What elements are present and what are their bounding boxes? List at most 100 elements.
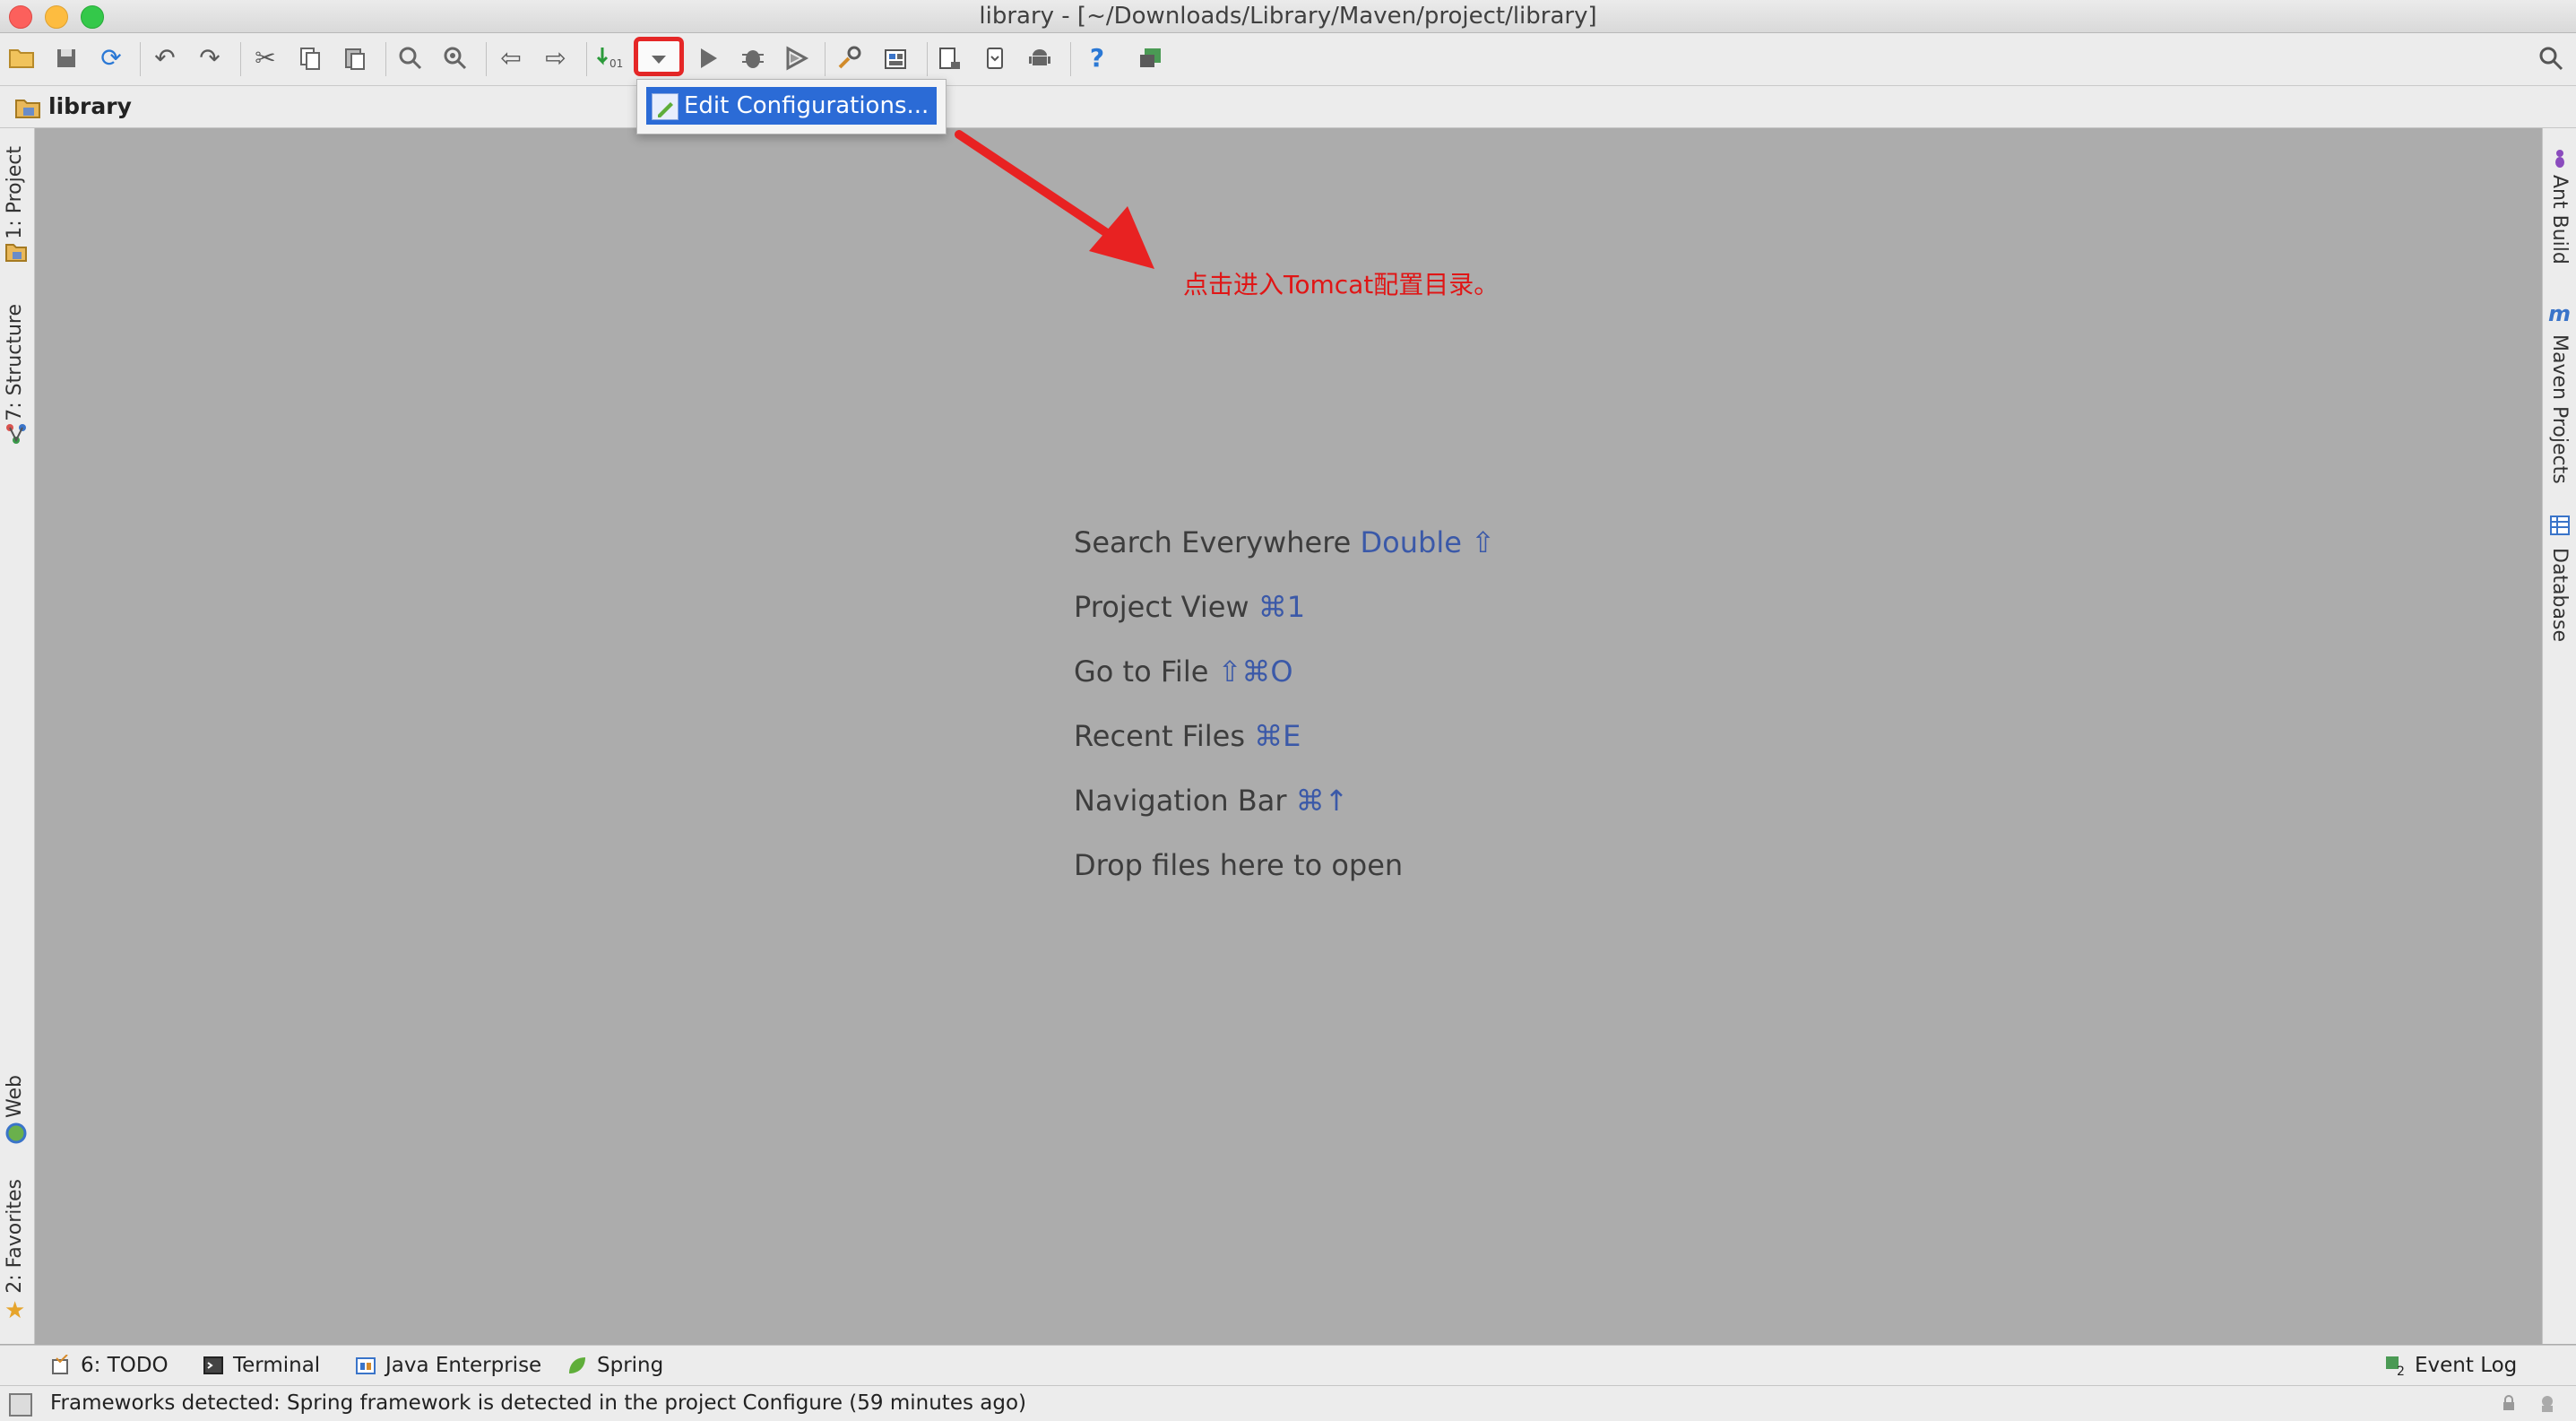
hector-icon[interactable] <box>2537 1393 2558 1413</box>
help-icon[interactable]: ? <box>1079 40 1115 76</box>
run-with-coverage-icon[interactable] <box>778 40 814 76</box>
run-configurations-dropdown-button[interactable] <box>634 37 684 76</box>
hint-navigation-bar: Navigation Bar ⌘↑ <box>1074 784 1348 818</box>
chevron-down-icon <box>652 55 666 64</box>
cut-icon[interactable]: ✂ <box>247 40 283 76</box>
todo-icon <box>50 1354 72 1376</box>
database-icon <box>2548 514 2572 537</box>
status-message[interactable]: Frameworks detected: Spring framework is… <box>50 1386 1026 1421</box>
edit-configurations-menu-item[interactable]: Edit Configurations... <box>646 87 937 125</box>
run-configurations-popup: Edit Configurations... <box>636 79 947 134</box>
module-settings-icon[interactable] <box>878 40 914 76</box>
build-project-icon[interactable]: 01 <box>592 40 627 76</box>
spring-leaf-icon <box>566 1355 588 1376</box>
title-bar: library - [~/Downloads/Library/Maven/pro… <box>0 0 2576 33</box>
svg-text:01: 01 <box>609 57 623 70</box>
forward-icon[interactable]: ⇨ <box>538 40 574 76</box>
hint-label: Go to File <box>1074 654 1209 689</box>
redo-icon[interactable]: ↷ <box>192 40 228 76</box>
edit-configurations-label: Edit Configurations... <box>684 92 929 119</box>
tool-window-web[interactable]: Web <box>4 1075 26 1118</box>
svg-text:2: 2 <box>2397 1365 2405 1376</box>
hint-label: Project View <box>1074 590 1249 624</box>
tool-window-database[interactable]: Database <box>2548 548 2571 642</box>
java-enterprise-icon <box>355 1355 376 1376</box>
back-icon[interactable]: ⇦ <box>493 40 529 76</box>
hint-label: Recent Files <box>1074 719 1245 753</box>
hint-label: Navigation Bar <box>1074 784 1287 818</box>
spring-label: Spring <box>597 1354 664 1377</box>
tool-window-event-log[interactable]: 2 Event Log <box>2384 1351 2517 1380</box>
tool-window-structure[interactable]: 7: Structure <box>4 304 26 421</box>
tool-window-favorites-label: 2: Favorites <box>4 1179 26 1294</box>
star-icon: ★ <box>4 1297 26 1324</box>
hint-project-view: Project View ⌘1 <box>1074 590 1305 624</box>
tool-window-project[interactable]: 1: Project <box>4 146 26 239</box>
hint-go-to-file: Go to File ⇧⌘O <box>1074 654 1293 689</box>
toggle-tool-windows-icon[interactable] <box>9 1393 32 1417</box>
sdk-manager-icon[interactable] <box>932 40 968 76</box>
tool-window-ant-build-label: Ant Build <box>2548 175 2571 264</box>
run-icon[interactable] <box>690 40 726 76</box>
avd-manager-icon[interactable] <box>977 40 1013 76</box>
tool-window-todo[interactable]: 6: TODO <box>50 1351 169 1380</box>
tool-window-structure-label: 7: Structure <box>4 304 26 421</box>
hint-label: Drop files here to open <box>1074 848 1404 882</box>
bottom-tool-window-bar: 6: TODO Terminal Java Enterprise Spring … <box>0 1345 2576 1385</box>
hint-shortcut: ⇧⌘O <box>1217 654 1293 689</box>
navigation-bar: library <box>0 86 2576 128</box>
tool-window-terminal[interactable]: Terminal <box>203 1351 320 1380</box>
annotation-text: 点击进入Tomcat配置目录。 <box>1183 270 1500 299</box>
hint-label: Search Everywhere <box>1074 525 1352 559</box>
hint-drop-files: Drop files here to open <box>1074 848 1403 882</box>
tool-window-maven-projects-label: Maven Projects <box>2548 334 2571 484</box>
hint-search-everywhere: Search Everywhere Double ⇧ <box>1074 525 1495 559</box>
copy-icon[interactable] <box>292 40 328 76</box>
search-everywhere-icon[interactable] <box>2533 40 2569 76</box>
terminal-label: Terminal <box>233 1354 321 1377</box>
ant-icon <box>2548 146 2572 169</box>
tool-window-maven-projects[interactable]: Maven Projects <box>2548 334 2571 484</box>
maven-icon: m <box>2548 301 2572 326</box>
tool-window-spring[interactable]: Spring <box>566 1351 663 1380</box>
web-globe-icon <box>4 1122 28 1145</box>
hint-shortcut: ⌘↑ <box>1295 784 1349 818</box>
project-structure-icon[interactable] <box>832 40 868 76</box>
find-icon[interactable] <box>393 40 428 76</box>
edit-configurations-icon <box>652 93 679 120</box>
debug-icon[interactable] <box>735 40 771 76</box>
tool-window-java-enterprise[interactable]: Java Enterprise <box>355 1351 541 1380</box>
folder-icon <box>14 96 41 118</box>
lock-icon[interactable] <box>2501 1395 2517 1411</box>
tool-window-ant-build[interactable]: Ant Build <box>2548 175 2571 264</box>
tool-window-project-label: 1: Project <box>4 146 26 239</box>
todo-label: 6: TODO <box>81 1354 169 1377</box>
event-log-label: Event Log <box>2415 1354 2518 1377</box>
window-title: library - [~/Downloads/Library/Maven/pro… <box>979 3 1597 30</box>
annotation-arrow <box>955 130 1154 269</box>
structure-icon <box>4 422 28 446</box>
status-bar: Frameworks detected: Spring framework is… <box>0 1385 2576 1421</box>
paste-icon[interactable] <box>337 40 373 76</box>
synchronize-icon[interactable]: ⟳ <box>93 40 129 76</box>
terminal-icon <box>203 1355 224 1376</box>
open-folder-icon[interactable] <box>4 40 39 76</box>
hint-shortcut: ⌘E <box>1254 719 1301 753</box>
left-tool-window-strip: 1: Project 7: Structure Web 2: Favorites… <box>0 128 35 1344</box>
replace-icon[interactable] <box>437 40 473 76</box>
hint-shortcut: ⌘1 <box>1258 590 1306 624</box>
event-log-icon: 2 <box>2384 1355 2406 1379</box>
project-folder-icon <box>4 241 28 264</box>
save-all-icon[interactable] <box>48 40 84 76</box>
hint-shortcut: Double ⇧ <box>1360 525 1495 559</box>
breadcrumb-label: library <box>48 93 132 119</box>
vcs-update-icon[interactable] <box>1133 40 1169 76</box>
tool-window-database-label: Database <box>2548 548 2571 642</box>
undo-icon[interactable]: ↶ <box>147 40 183 76</box>
tool-window-favorites[interactable]: 2: Favorites <box>4 1179 26 1294</box>
hint-recent-files: Recent Files ⌘E <box>1074 719 1301 753</box>
java-enterprise-label: Java Enterprise <box>385 1354 542 1377</box>
android-icon[interactable] <box>1022 40 1058 76</box>
breadcrumb-library[interactable]: library <box>11 91 146 123</box>
main-toolbar: ⟳ ↶ ↷ ✂ ⇦ ⇨ 01 ? <box>0 33 2576 86</box>
